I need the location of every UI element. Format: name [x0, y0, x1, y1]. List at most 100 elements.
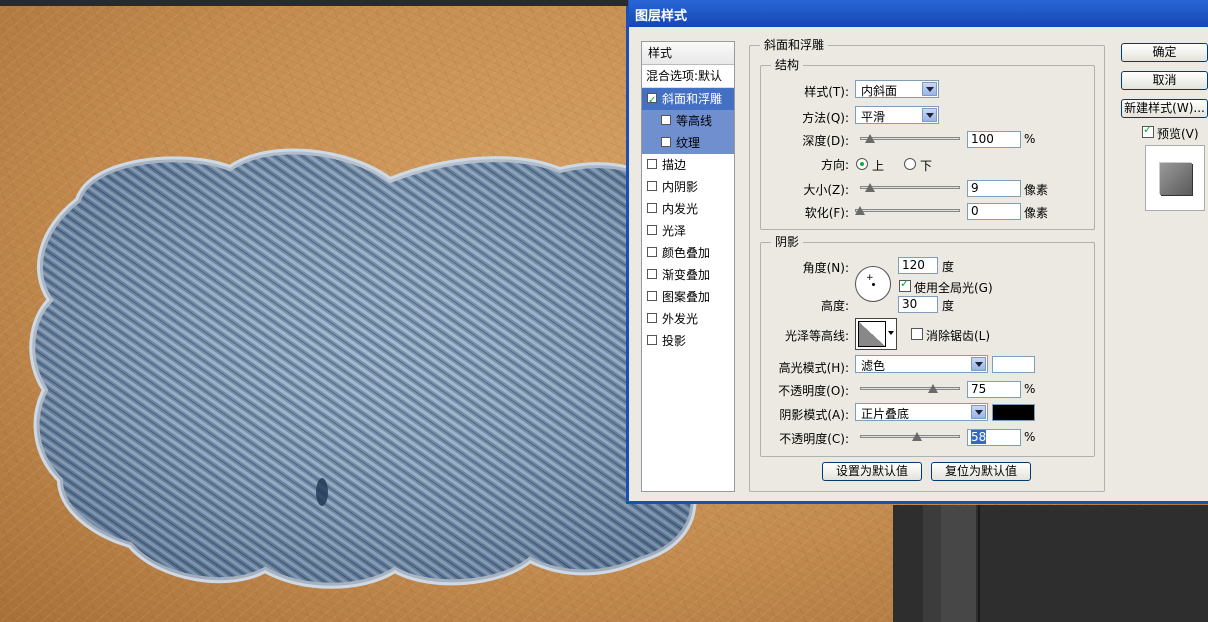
- slider-track[interactable]: [860, 435, 960, 438]
- soften-slider[interactable]: [855, 206, 960, 216]
- contour-preview[interactable]: [858, 321, 886, 347]
- style-item-label: 纹理: [676, 136, 701, 150]
- style-item[interactable]: 内发光: [642, 198, 734, 220]
- bevel-emboss-legend: 斜面和浮雕: [760, 38, 829, 52]
- ok-button[interactable]: 确定: [1121, 43, 1208, 62]
- angle-unit: 度: [942, 260, 955, 274]
- global-light-label[interactable]: 使用全局光(G): [914, 279, 993, 296]
- style-item-label: 内发光: [662, 202, 699, 216]
- shadow-color-swatch[interactable]: [992, 404, 1035, 421]
- style-item-checkbox[interactable]: [647, 225, 657, 235]
- slider-track[interactable]: [855, 209, 960, 212]
- size-slider[interactable]: [860, 183, 960, 193]
- style-item[interactable]: 斜面和浮雕: [642, 88, 734, 112]
- reset-default-button[interactable]: 复位为默认值: [931, 462, 1031, 481]
- soften-input[interactable]: 0: [967, 203, 1021, 220]
- shading-legend: 阴影: [771, 235, 804, 249]
- style-item[interactable]: 外发光: [642, 308, 734, 330]
- altitude-input[interactable]: 30: [898, 296, 938, 313]
- chevron-down-icon[interactable]: [922, 108, 937, 122]
- highlight-opacity-slider[interactable]: [860, 384, 960, 394]
- global-light-checkbox[interactable]: [899, 277, 911, 292]
- style-item-label: 颜色叠加: [662, 246, 711, 260]
- shadow-opacity-slider[interactable]: [860, 432, 960, 442]
- style-item-checkbox[interactable]: [647, 291, 657, 301]
- workspace-background: [893, 505, 1208, 622]
- style-item[interactable]: 内阴影: [642, 176, 734, 198]
- size-input[interactable]: 9: [967, 180, 1021, 197]
- style-item[interactable]: 光泽: [642, 220, 734, 242]
- new-style-button[interactable]: 新建样式(W)...: [1121, 99, 1208, 118]
- shadow-opacity-input[interactable]: 58: [967, 429, 1021, 446]
- altitude-unit: 度: [942, 299, 955, 313]
- highlight-mode-dropdown[interactable]: 滤色: [855, 355, 988, 373]
- direction-up-radio[interactable]: [856, 158, 868, 170]
- style-preview-thumbnail: [1145, 145, 1205, 211]
- chevron-down-icon[interactable]: [922, 82, 937, 96]
- technique-label: 方法(Q):: [802, 111, 849, 125]
- bevel-style-dropdown[interactable]: 内斜面: [855, 80, 939, 98]
- slider-thumb[interactable]: [855, 206, 865, 215]
- highlight-opacity-input[interactable]: 75: [967, 381, 1021, 398]
- gloss-contour-label: 光泽等高线:: [784, 329, 849, 343]
- size-unit: 像素: [1024, 183, 1049, 197]
- slider-track[interactable]: [860, 137, 960, 140]
- technique-dropdown[interactable]: 平滑: [855, 106, 939, 124]
- blending-options-item[interactable]: 混合选项:默认: [642, 65, 734, 88]
- anti-alias-label[interactable]: 消除锯齿(L): [926, 327, 990, 344]
- depth-input[interactable]: 100: [967, 131, 1021, 148]
- style-item-checkbox[interactable]: [647, 335, 657, 345]
- slider-thumb[interactable]: [864, 134, 875, 143]
- highlight-color-swatch[interactable]: [992, 356, 1035, 373]
- style-item[interactable]: 等高线: [642, 110, 734, 132]
- style-item[interactable]: 图案叠加: [642, 286, 734, 308]
- slider-track[interactable]: [860, 387, 960, 390]
- soften-unit: 像素: [1024, 206, 1049, 220]
- chevron-down-icon[interactable]: [971, 357, 986, 371]
- highlight-mode-value: 滤色: [861, 359, 886, 373]
- depth-slider[interactable]: [860, 134, 960, 144]
- direction-down-label[interactable]: 下: [920, 157, 932, 174]
- styles-list-header[interactable]: 样式: [642, 42, 734, 65]
- style-item-checkbox[interactable]: [647, 269, 657, 279]
- direction-down-radio[interactable]: [904, 158, 916, 170]
- style-item-checkbox[interactable]: [647, 313, 657, 323]
- styles-list: 样式 混合选项:默认 斜面和浮雕等高线纹理描边内阴影内发光光泽颜色叠加渐变叠加图…: [641, 41, 735, 492]
- make-default-button[interactable]: 设置为默认值: [822, 462, 922, 481]
- style-item[interactable]: 描边: [642, 154, 734, 176]
- highlight-opacity-unit: %: [1024, 382, 1036, 396]
- structure-legend: 结构: [771, 58, 804, 72]
- angle-dial[interactable]: +: [855, 266, 891, 302]
- chevron-down-icon[interactable]: [888, 331, 894, 335]
- angle-input[interactable]: 120: [898, 257, 938, 274]
- gloss-contour-picker[interactable]: [855, 318, 897, 350]
- style-item-checkbox[interactable]: [647, 181, 657, 191]
- slider-thumb[interactable]: [912, 432, 923, 441]
- style-item-checkbox[interactable]: [647, 159, 657, 169]
- anti-alias-checkbox[interactable]: [911, 328, 923, 340]
- slider-thumb[interactable]: [927, 384, 938, 393]
- shadow-mode-label: 阴影模式(A):: [779, 408, 849, 422]
- style-item[interactable]: 渐变叠加: [642, 264, 734, 286]
- slider-thumb[interactable]: [865, 183, 876, 192]
- style-item[interactable]: 纹理: [642, 132, 734, 154]
- depth-unit: %: [1024, 132, 1036, 146]
- dialog-titlebar[interactable]: 图层样式: [629, 0, 1208, 27]
- style-item-label: 图案叠加: [662, 290, 711, 304]
- style-item-checkbox[interactable]: [647, 203, 657, 213]
- style-item-label: 外发光: [662, 312, 699, 326]
- chevron-down-icon[interactable]: [971, 405, 986, 419]
- preview-label[interactable]: 预览(V): [1157, 125, 1199, 142]
- shadow-mode-dropdown[interactable]: 正片叠底: [855, 403, 988, 421]
- style-item-checkbox[interactable]: [661, 137, 671, 147]
- technique-value: 平滑: [861, 110, 886, 124]
- style-item[interactable]: 投影: [642, 330, 734, 352]
- style-item-checkbox[interactable]: [661, 115, 671, 125]
- style-item-checkbox[interactable]: [647, 90, 657, 112]
- style-item[interactable]: 颜色叠加: [642, 242, 734, 264]
- style-item-checkbox[interactable]: [647, 247, 657, 257]
- direction-up-label[interactable]: 上: [872, 157, 884, 174]
- cancel-button[interactable]: 取消: [1121, 71, 1208, 90]
- preview-checkbox[interactable]: [1142, 123, 1154, 138]
- direction-label: 方向:: [820, 158, 849, 172]
